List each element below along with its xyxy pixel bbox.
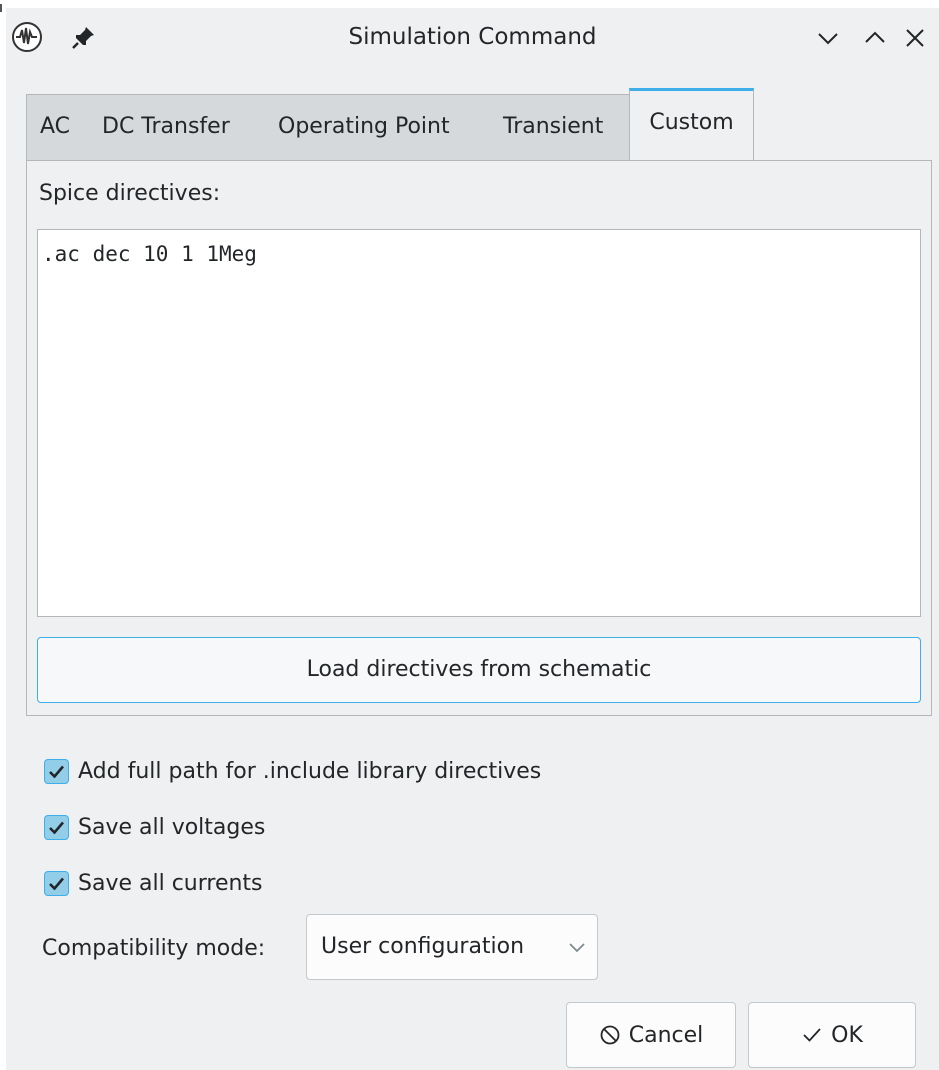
- save-all-voltages-label: Save all voltages: [78, 814, 266, 840]
- compatibility-mode-select[interactable]: User configuration: [306, 914, 598, 980]
- cancel-icon: [600, 1025, 620, 1045]
- chevron-down-icon: [569, 943, 585, 953]
- tab-operating-point[interactable]: Operating Point: [278, 102, 450, 152]
- custom-tab-panel: Spice directives: .ac dec 10 1 1Meg Load…: [26, 160, 932, 716]
- save-all-voltages-option[interactable]: Save all voltages: [44, 810, 265, 844]
- close-icon[interactable]: [903, 26, 927, 50]
- add-full-path-checkbox[interactable]: [44, 758, 69, 784]
- maximize-icon[interactable]: [863, 26, 887, 50]
- checkmark-icon: [49, 765, 64, 778]
- tab-transient[interactable]: Transient: [503, 102, 603, 152]
- add-full-path-label: Add full path for .include library direc…: [78, 758, 542, 784]
- save-all-currents-checkbox[interactable]: [44, 870, 69, 896]
- minimize-icon[interactable]: [816, 26, 840, 50]
- window-title: Simulation Command: [348, 24, 597, 50]
- checkmark-icon: [49, 877, 64, 890]
- simulation-command-dialog: Simulation Command AC DC Transfer Operat…: [6, 8, 939, 1070]
- title-bar: Simulation Command: [6, 8, 939, 68]
- add-full-path-option[interactable]: Add full path for .include library direc…: [44, 754, 541, 788]
- compatibility-mode-label: Compatibility mode:: [42, 936, 266, 961]
- tab-ac[interactable]: AC: [40, 102, 70, 152]
- tab-custom[interactable]: Custom: [629, 88, 754, 161]
- spice-directives-label: Spice directives:: [39, 181, 221, 206]
- checkmark-icon: [49, 821, 64, 834]
- checkmark-icon: [803, 1028, 821, 1042]
- cancel-button[interactable]: Cancel: [566, 1002, 736, 1068]
- ok-button-label: OK: [831, 1022, 863, 1048]
- save-all-currents-option[interactable]: Save all currents: [44, 866, 263, 900]
- load-directives-button[interactable]: Load directives from schematic: [37, 637, 921, 703]
- save-all-voltages-checkbox[interactable]: [44, 814, 69, 840]
- ok-button[interactable]: OK: [748, 1002, 916, 1068]
- save-all-currents-label: Save all currents: [78, 870, 263, 896]
- cancel-button-label: Cancel: [628, 1022, 704, 1048]
- spice-directives-textarea[interactable]: .ac dec 10 1 1Meg: [37, 229, 921, 617]
- tab-dc-transfer[interactable]: DC Transfer: [102, 102, 230, 152]
- compatibility-mode-value: User configuration: [321, 934, 525, 959]
- corner-mark: [0, 4, 2, 12]
